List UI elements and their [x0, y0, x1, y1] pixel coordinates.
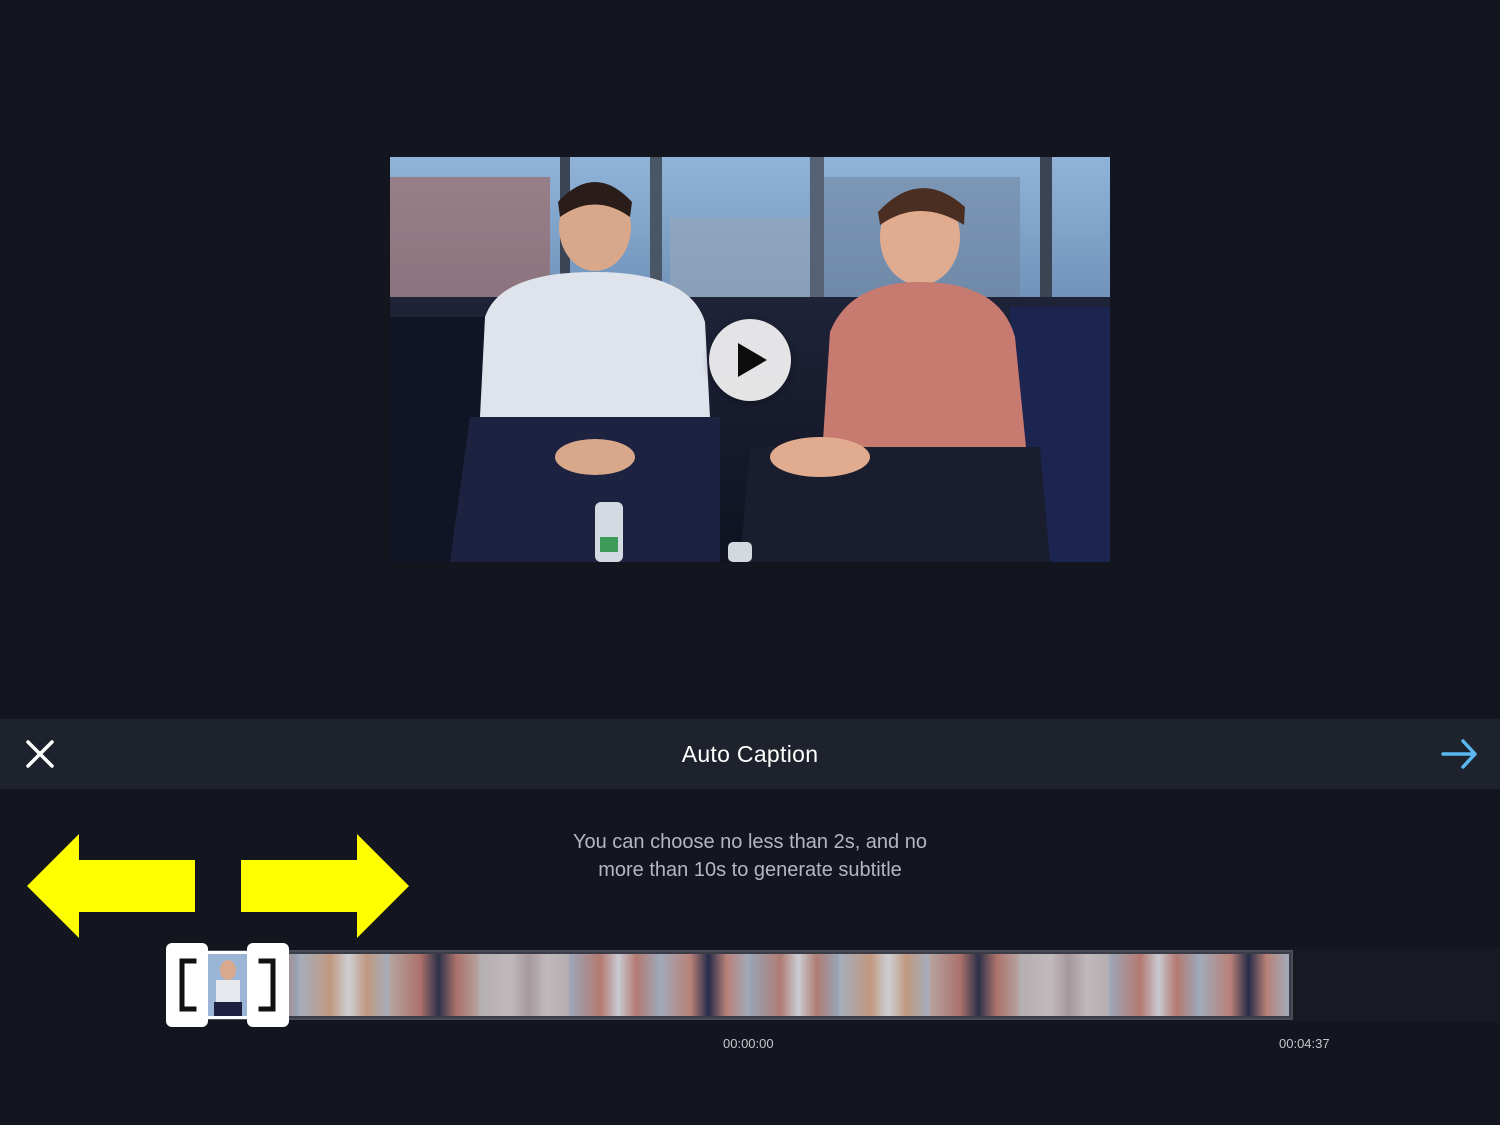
toolbar: Auto Caption	[0, 719, 1500, 789]
filmstrip-frame	[839, 954, 929, 1016]
duration-hint: You can choose no less than 2s, and no m…	[500, 828, 1000, 884]
next-button[interactable]	[1437, 734, 1481, 774]
filmstrip-frame	[1199, 954, 1289, 1016]
filmstrip-frame	[569, 954, 659, 1016]
bracket-right-icon	[258, 958, 276, 1012]
filmstrip-frame	[299, 954, 389, 1016]
filmstrip-frame	[659, 954, 749, 1016]
timeline-track-end	[1290, 948, 1500, 1022]
arrow-left-icon	[27, 834, 195, 938]
play-icon	[738, 343, 767, 377]
filmstrip-frame	[929, 954, 1019, 1016]
arrow-right-icon	[1441, 739, 1477, 769]
hint-line-2: more than 10s to generate subtitle	[598, 859, 902, 881]
filmstrip-frame	[749, 954, 839, 1016]
filmstrip-frame	[1019, 954, 1109, 1016]
play-button[interactable]	[709, 319, 791, 401]
auto-caption-screen: Auto Caption You can choose no less than…	[0, 0, 1500, 1125]
timeline-current-time: 00:00:00	[723, 1036, 774, 1051]
hint-line-1: You can choose no less than 2s, and no	[573, 831, 927, 853]
filmstrip-frame	[389, 954, 479, 1016]
filmstrip-frame	[1109, 954, 1199, 1016]
range-end-handle[interactable]	[247, 943, 289, 1027]
timeline-filmstrip[interactable]	[207, 950, 1293, 1020]
arrow-right-icon	[241, 834, 409, 938]
bracket-left-icon	[179, 958, 197, 1012]
range-start-handle[interactable]	[166, 943, 208, 1027]
timeline-total-duration: 00:04:37	[1279, 1036, 1330, 1051]
filmstrip-frame	[479, 954, 569, 1016]
page-title: Auto Caption	[681, 741, 819, 767]
selected-range-window[interactable]	[202, 951, 253, 1019]
range-selector[interactable]	[166, 943, 289, 1027]
